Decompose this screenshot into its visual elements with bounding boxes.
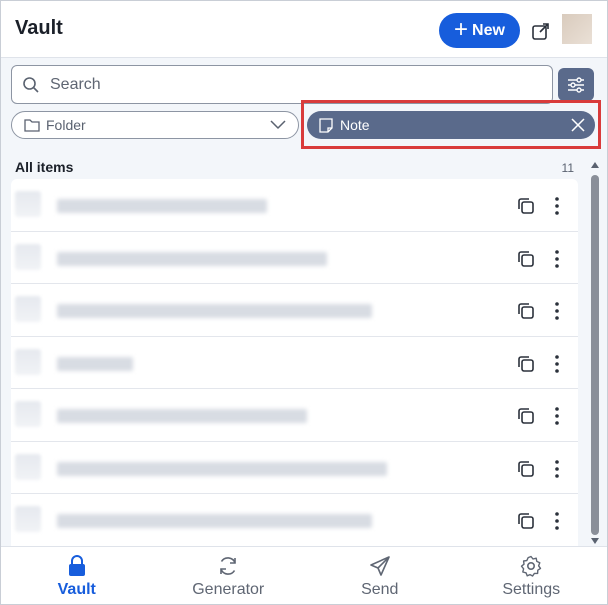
new-button[interactable]: + New bbox=[439, 13, 520, 48]
item-icon bbox=[15, 191, 41, 217]
item-icon bbox=[15, 348, 41, 375]
folder-icon bbox=[24, 119, 40, 132]
avatar[interactable] bbox=[562, 14, 592, 44]
nav-generator[interactable]: Generator bbox=[153, 547, 305, 604]
copy-icon[interactable] bbox=[516, 301, 536, 321]
copy-icon[interactable] bbox=[516, 249, 536, 269]
nav-generator-label: Generator bbox=[192, 581, 265, 598]
copy-icon[interactable] bbox=[516, 511, 536, 531]
more-options-icon[interactable] bbox=[548, 510, 566, 532]
more-options-icon[interactable] bbox=[548, 195, 566, 217]
folder-filter[interactable]: Folder bbox=[11, 111, 299, 139]
bottom-nav: Vault Generator Send Settings bbox=[1, 546, 608, 604]
item-list bbox=[11, 179, 578, 546]
type-filter-label: Note bbox=[340, 117, 370, 133]
plus-icon: + bbox=[454, 15, 469, 43]
sliders-icon bbox=[568, 76, 584, 93]
copy-icon[interactable] bbox=[516, 196, 536, 216]
scrollbar[interactable] bbox=[590, 161, 600, 546]
folder-filter-label: Folder bbox=[46, 117, 86, 133]
item-icon bbox=[15, 453, 41, 480]
filter-settings-button[interactable] bbox=[558, 68, 594, 101]
refresh-icon bbox=[220, 557, 237, 575]
more-options-icon[interactable] bbox=[548, 300, 566, 322]
item-name-redacted bbox=[57, 409, 307, 423]
nav-vault-label: Vault bbox=[57, 581, 96, 598]
item-icon bbox=[15, 401, 41, 427]
item-name-redacted bbox=[57, 251, 327, 266]
type-filter-chip[interactable]: Note bbox=[307, 111, 595, 139]
more-options-icon[interactable] bbox=[548, 248, 566, 270]
list-item[interactable] bbox=[11, 337, 578, 389]
item-icon bbox=[15, 296, 41, 322]
header: Vault + New bbox=[1, 1, 607, 58]
item-name-redacted bbox=[57, 304, 372, 318]
search-input[interactable] bbox=[48, 74, 532, 95]
page-title: Vault bbox=[15, 17, 63, 39]
item-count: 11 bbox=[561, 161, 574, 175]
close-icon[interactable] bbox=[571, 118, 585, 132]
list-item[interactable] bbox=[11, 494, 578, 546]
item-icon bbox=[15, 243, 41, 270]
item-icon bbox=[15, 506, 41, 532]
more-options-icon[interactable] bbox=[548, 458, 566, 480]
copy-icon[interactable] bbox=[516, 459, 536, 479]
scroll-down-arrow-icon[interactable] bbox=[591, 537, 599, 545]
vault-popup: Vault + New Folder bbox=[0, 0, 608, 605]
list-heading: All items bbox=[15, 159, 74, 175]
lock-icon bbox=[68, 555, 85, 576]
item-name-redacted bbox=[57, 199, 267, 213]
chevron-down-icon bbox=[270, 120, 286, 130]
item-name-redacted bbox=[57, 514, 372, 528]
note-icon bbox=[319, 117, 333, 133]
item-name-redacted bbox=[57, 356, 133, 371]
nav-settings-label: Settings bbox=[502, 581, 561, 598]
popout-icon[interactable] bbox=[531, 21, 551, 41]
search-box bbox=[11, 65, 553, 104]
scroll-thumb[interactable] bbox=[591, 175, 599, 535]
gear-icon bbox=[521, 555, 542, 577]
scroll-up-arrow-icon[interactable] bbox=[591, 161, 599, 169]
list-item[interactable] bbox=[11, 179, 578, 232]
nav-settings[interactable]: Settings bbox=[456, 547, 608, 604]
copy-icon[interactable] bbox=[516, 406, 536, 426]
more-options-icon[interactable] bbox=[548, 353, 566, 375]
list-item[interactable] bbox=[11, 232, 578, 284]
search-icon bbox=[23, 76, 39, 93]
nav-send[interactable]: Send bbox=[304, 547, 456, 604]
nav-send-label: Send bbox=[361, 581, 399, 598]
send-icon bbox=[369, 556, 390, 576]
nav-vault[interactable]: Vault bbox=[1, 547, 153, 604]
item-name-redacted bbox=[57, 461, 387, 476]
new-button-label: New bbox=[472, 21, 505, 39]
list-item[interactable] bbox=[11, 284, 578, 337]
list-item[interactable] bbox=[11, 389, 578, 442]
copy-icon[interactable] bbox=[516, 354, 536, 374]
more-options-icon[interactable] bbox=[548, 405, 566, 427]
list-item[interactable] bbox=[11, 442, 578, 494]
